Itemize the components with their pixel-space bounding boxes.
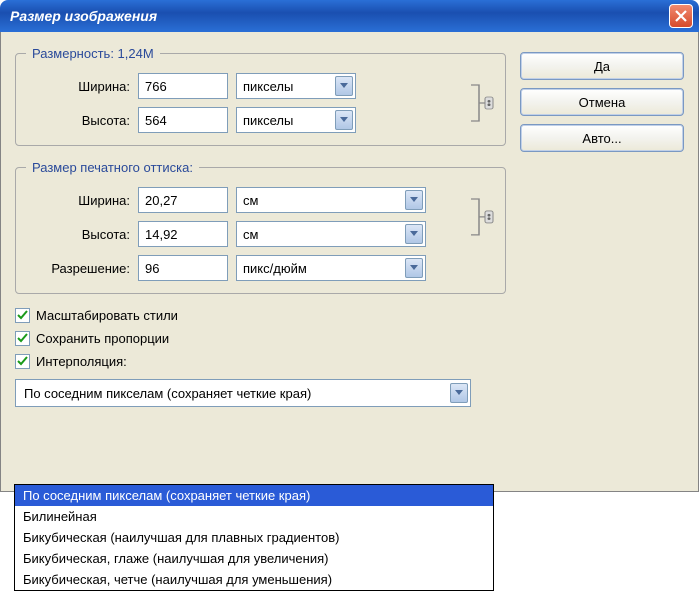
dropdown-option[interactable]: По соседним пикселам (сохраняет четкие к… bbox=[15, 485, 493, 506]
scale-styles-checkbox[interactable] bbox=[15, 308, 30, 323]
pixel-width-row: Ширина: пикселы bbox=[26, 73, 467, 99]
pixel-height-input[interactable] bbox=[138, 107, 228, 133]
interpolation-label: Интерполяция: bbox=[36, 354, 127, 369]
scale-styles-label: Масштабировать стили bbox=[36, 308, 178, 323]
pixel-width-input[interactable] bbox=[138, 73, 228, 99]
interpolation-row: Интерполяция: bbox=[15, 354, 506, 369]
interpolation-select[interactable]: По соседним пикселам (сохраняет четкие к… bbox=[15, 379, 471, 407]
ok-button[interactable]: Да bbox=[520, 52, 684, 80]
dropdown-option[interactable]: Билинейная bbox=[15, 506, 493, 527]
constrain-proportions-label: Сохранить пропорции bbox=[36, 331, 169, 346]
dropdown-option[interactable]: Бикубическая (наилучшая для плавных град… bbox=[15, 527, 493, 548]
chevron-down-icon bbox=[450, 383, 468, 403]
pixel-height-unit-select[interactable]: пикселы bbox=[236, 107, 356, 133]
close-icon bbox=[675, 10, 687, 22]
interpolation-checkbox[interactable] bbox=[15, 354, 30, 369]
right-column: Да Отмена Авто... bbox=[520, 46, 684, 477]
cancel-button-label: Отмена bbox=[579, 95, 626, 110]
pixel-height-label: Высота: bbox=[26, 113, 130, 128]
pixel-width-unit-select[interactable]: пикселы bbox=[236, 73, 356, 99]
check-icon bbox=[17, 310, 28, 321]
print-width-input[interactable] bbox=[138, 187, 228, 213]
check-icon bbox=[17, 333, 28, 344]
left-column: Размерность: 1,24M Ширина: пикселы Высот… bbox=[15, 46, 506, 477]
interpolation-dropdown-list: По соседним пикселам (сохраняет четкие к… bbox=[14, 484, 494, 591]
dialog-body: Размерность: 1,24M Ширина: пикселы Высот… bbox=[0, 32, 699, 492]
pixel-height-unit-value: пикселы bbox=[243, 113, 335, 128]
print-height-label: Высота: bbox=[26, 227, 130, 242]
dimensions-group: Размерность: 1,24M Ширина: пикселы Высот… bbox=[15, 46, 506, 146]
constrain-link-icon bbox=[467, 73, 495, 133]
interpolation-select-value: По соседним пикселам (сохраняет четкие к… bbox=[24, 386, 450, 401]
resolution-unit-value: пикс/дюйм bbox=[243, 261, 405, 276]
window-title: Размер изображения bbox=[6, 8, 669, 24]
print-size-group: Размер печатного оттиска: Ширина: см Выс… bbox=[15, 160, 506, 294]
dropdown-option[interactable]: Бикубическая, глаже (наилучшая для увели… bbox=[15, 548, 493, 569]
print-width-unit-select[interactable]: см bbox=[236, 187, 426, 213]
print-height-unit-select[interactable]: см bbox=[236, 221, 426, 247]
constrain-proportions-checkbox[interactable] bbox=[15, 331, 30, 346]
resolution-row: Разрешение: пикс/дюйм bbox=[26, 255, 467, 281]
resolution-label: Разрешение: bbox=[26, 261, 130, 276]
constrain-proportions-row: Сохранить пропорции bbox=[15, 331, 506, 346]
cancel-button[interactable]: Отмена bbox=[520, 88, 684, 116]
resolution-input[interactable] bbox=[138, 255, 228, 281]
chevron-down-icon bbox=[335, 110, 353, 130]
print-height-unit-value: см bbox=[243, 227, 405, 242]
close-button[interactable] bbox=[669, 4, 693, 28]
scale-styles-row: Масштабировать стили bbox=[15, 308, 506, 323]
check-icon bbox=[17, 356, 28, 367]
dimensions-legend: Размерность: 1,24M bbox=[26, 46, 160, 61]
print-width-unit-value: см bbox=[243, 193, 405, 208]
chevron-down-icon bbox=[405, 258, 423, 278]
chevron-down-icon bbox=[405, 224, 423, 244]
print-width-row: Ширина: см bbox=[26, 187, 467, 213]
pixel-width-label: Ширина: bbox=[26, 79, 130, 94]
chevron-down-icon bbox=[405, 190, 423, 210]
chevron-down-icon bbox=[335, 76, 353, 96]
auto-button-label: Авто... bbox=[582, 131, 621, 146]
pixel-height-row: Высота: пикселы bbox=[26, 107, 467, 133]
print-width-label: Ширина: bbox=[26, 193, 130, 208]
ok-button-label: Да bbox=[594, 59, 610, 74]
resolution-unit-select[interactable]: пикс/дюйм bbox=[236, 255, 426, 281]
dropdown-option[interactable]: Бикубическая, четче (наилучшая для умень… bbox=[15, 569, 493, 590]
print-height-input[interactable] bbox=[138, 221, 228, 247]
pixel-width-unit-value: пикселы bbox=[243, 79, 335, 94]
print-size-legend: Размер печатного оттиска: bbox=[26, 160, 199, 175]
titlebar: Размер изображения bbox=[0, 0, 699, 32]
constrain-link-icon bbox=[467, 187, 495, 281]
print-height-row: Высота: см bbox=[26, 221, 467, 247]
auto-button[interactable]: Авто... bbox=[520, 124, 684, 152]
